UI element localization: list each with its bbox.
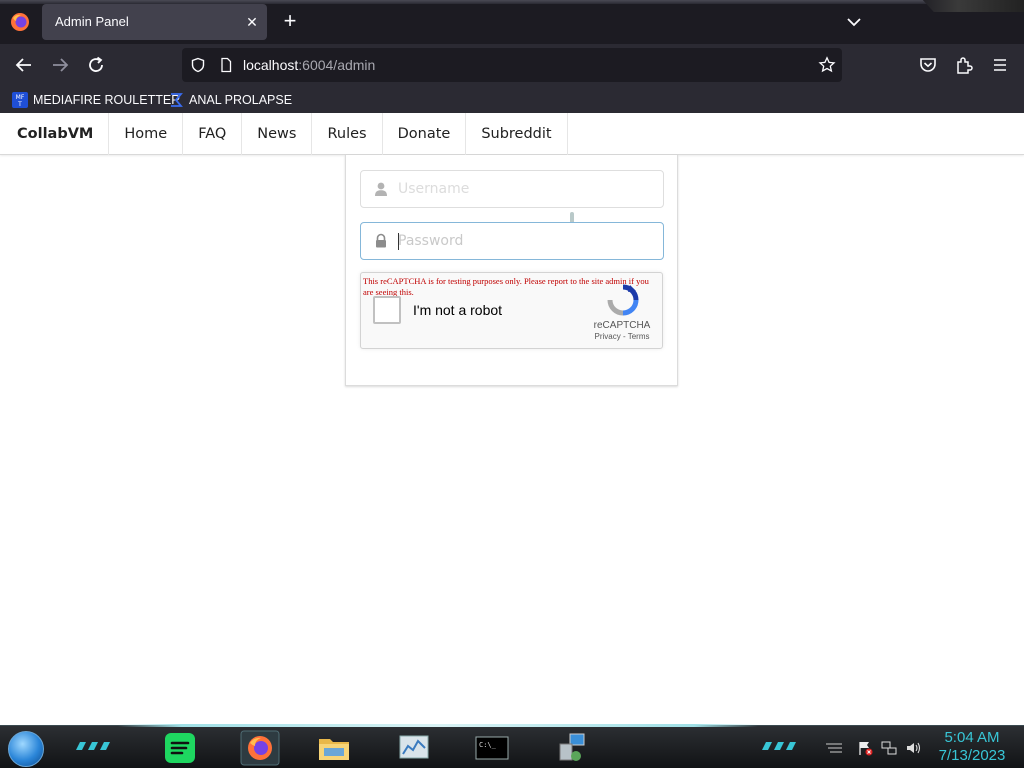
recaptcha-label: I'm not a robot [413,302,503,318]
file-explorer-icon[interactable] [316,730,352,766]
new-tab-icon[interactable]: + [278,10,302,34]
svg-text:T: T [17,101,22,108]
svg-text:C:\_: C:\_ [479,741,497,749]
shield-icon[interactable] [190,57,206,73]
recaptcha-privacy-terms[interactable]: Privacy - Terms [581,332,663,341]
web-page: CollabVM Home FAQ News Rules Donate Subr… [0,113,1024,725]
start-button[interactable] [8,731,44,767]
browser-toolbar: localhost:6004/admin [0,44,1024,86]
volume-icon[interactable] [905,740,921,756]
recaptcha-widget: This reCAPTCHA is for testing purposes o… [360,272,663,349]
menu-icon[interactable] [988,53,1012,77]
network-computer-icon[interactable] [554,730,590,766]
user-icon [375,182,387,196]
url-text[interactable]: localhost:6004/admin [243,57,375,73]
nav-item-donate[interactable]: Donate [383,113,467,155]
taskbar-glow [118,724,758,727]
recaptcha-checkbox[interactable] [373,296,401,324]
address-bar[interactable]: localhost:6004/admin [182,48,842,82]
password-input[interactable] [398,231,648,251]
browser-tab-bar: Admin Panel ✕ + [0,0,1024,44]
pocket-icon[interactable] [916,53,940,77]
username-field[interactable] [360,170,664,208]
firefox-icon[interactable] [10,12,30,32]
star-icon[interactable] [818,56,836,74]
nav-item-news[interactable]: News [242,113,313,155]
chevron-down-icon[interactable] [843,11,865,33]
nav-item-faq[interactable]: FAQ [183,113,243,155]
nav-item-rules[interactable]: Rules [312,113,383,155]
network-icon[interactable] [881,740,897,756]
show-hidden-icons-icon[interactable] [824,740,844,756]
nav-item-subreddit[interactable]: Subreddit [466,113,568,155]
username-input[interactable] [398,179,648,199]
tab-title: Admin Panel [55,14,129,29]
nav-item-home[interactable]: Home [109,113,184,155]
bookmark-prolapse[interactable]: ANAL PROLAPSE [168,90,292,110]
page-icon[interactable] [218,57,234,73]
recaptcha-brand: reCAPTCHA [593,320,651,331]
bookmark-label: MEDIAFIRE ROULETTER [33,93,181,107]
taskbar: C:\_ 5:04 AM 7/13/2023 [0,724,1024,768]
system-clock[interactable]: 5:04 AM 7/13/2023 [930,729,1014,765]
url-host: localhost [243,57,299,73]
recaptcha-logo-icon [607,284,639,316]
firefox-taskbar-icon[interactable] [240,730,280,766]
clock-date: 7/13/2023 [938,747,1006,764]
spotify-icon[interactable] [162,730,198,766]
url-path: :6004/admin [298,57,376,73]
tab-close-icon[interactable]: ✕ [243,13,261,31]
command-prompt-icon[interactable]: C:\_ [474,730,510,766]
extensions-icon[interactable] [952,53,976,77]
window-corner-decoration [922,0,1024,12]
svg-text:MF: MF [16,94,25,101]
password-field[interactable] [360,222,664,260]
mediafire-icon: MF T [12,92,28,108]
sigma-icon [171,93,183,107]
tab-admin-panel[interactable]: Admin Panel ✕ [42,4,267,40]
login-panel: This reCAPTCHA is for testing purposes o… [345,155,678,386]
back-icon[interactable] [12,53,36,77]
task-manager-icon[interactable] [396,730,432,766]
bookmark-label: ANAL PROLAPSE [189,93,293,107]
nav-brand[interactable]: CollabVM [0,113,110,155]
bookmark-mediafire[interactable]: MF T MEDIAFIRE ROULETTER [12,90,180,110]
site-navigation: CollabVM Home FAQ News Rules Donate Subr… [0,113,1024,155]
forward-icon[interactable] [48,53,72,77]
decorative-dots-icon [762,742,796,750]
clock-time: 5:04 AM [944,729,1000,746]
action-center-flag-icon[interactable] [857,740,873,756]
reload-icon[interactable] [84,53,108,77]
bookmarks-toolbar: MF T MEDIAFIRE ROULETTER ANAL PROLAPSE [0,86,1024,113]
decorative-dots-icon [76,742,110,750]
text-caret [398,233,399,250]
lock-icon [376,233,386,248]
